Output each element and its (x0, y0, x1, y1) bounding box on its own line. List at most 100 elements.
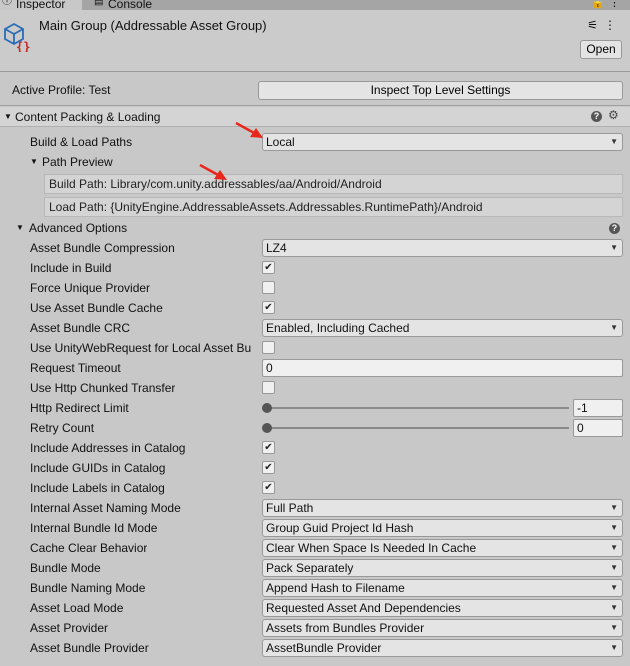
use-http-chunked-label: Use Http Chunked Transfer (30, 381, 176, 395)
internal-bundle-id-value: Group Guid Project Id Hash (266, 521, 414, 535)
bundle-mode-dropdown[interactable]: Pack Separately ▼ (262, 559, 623, 577)
asset-bundle-compression-dropdown[interactable]: LZ4 ▼ (262, 239, 623, 257)
internal-asset-naming-dropdown[interactable]: Full Path ▼ (262, 499, 623, 517)
profile-row: Active Profile: Test Inspect Top Level S… (0, 73, 630, 106)
include-guids-label: Include GUIDs in Catalog (30, 461, 166, 475)
include-labels-label: Include Labels in Catalog (30, 481, 165, 495)
asset-bundle-provider-value: AssetBundle Provider (266, 641, 382, 655)
dropdown-arrow-icon: ▼ (610, 523, 618, 532)
tab-inspector-label: Inspector (16, 0, 66, 10)
http-redirect-limit-label: Http Redirect Limit (30, 401, 129, 415)
include-addresses-checkbox[interactable]: ✔ (262, 441, 275, 454)
tab-console[interactable]: ▤ Console (92, 0, 170, 10)
info-icon: ⓘ (2, 0, 12, 7)
internal-bundle-id-dropdown[interactable]: Group Guid Project Id Hash ▼ (262, 519, 623, 537)
asset-load-mode-value: Requested Asset And Dependencies (266, 601, 461, 615)
svg-text:{}: {} (16, 40, 30, 52)
settings-sliders-icon[interactable]: ⚟⋮ (587, 18, 622, 32)
asset-load-mode-label: Asset Load Mode (30, 601, 124, 615)
inspect-top-level-settings-button[interactable]: Inspect Top Level Settings (258, 81, 623, 100)
force-unique-provider-label: Force Unique Provider (30, 281, 151, 295)
asset-bundle-provider-dropdown[interactable]: AssetBundle Provider ▼ (262, 639, 623, 657)
http-redirect-limit-slider[interactable] (267, 407, 569, 409)
use-asset-bundle-cache-checkbox[interactable]: ✔ (262, 301, 275, 314)
foldout-arrow-icon: ▼ (16, 223, 24, 232)
tab-options-icon[interactable]: 🔒⋮ (591, 0, 624, 9)
help-icon[interactable]: ? (591, 111, 602, 122)
internal-bundle-id-label: Internal Bundle Id Mode (30, 521, 158, 535)
asset-bundle-provider-label: Asset Bundle Provider (30, 641, 149, 655)
include-addresses-label: Include Addresses in Catalog (30, 441, 186, 455)
advanced-options-title: Advanced Options (29, 221, 128, 235)
internal-asset-naming-label: Internal Asset Naming Mode (30, 501, 181, 515)
build-load-paths-label: Build & Load Paths (30, 135, 133, 149)
foldout-arrow-icon: ▼ (30, 157, 38, 166)
use-asset-bundle-cache-label: Use Asset Bundle Cache (30, 301, 163, 315)
asset-bundle-crc-value: Enabled, Including Cached (266, 321, 410, 335)
dropdown-arrow-icon: ▼ (610, 563, 618, 572)
asset-bundle-compression-value: LZ4 (266, 241, 287, 255)
tab-console-label: Console (108, 0, 153, 10)
build-load-paths-value: Local (266, 135, 295, 149)
retry-count-slider[interactable] (267, 427, 569, 429)
help-icon[interactable]: ? (609, 223, 620, 234)
header-title: Main Group (Addressable Asset Group) (39, 18, 267, 33)
retry-count-label: Retry Count (30, 421, 95, 435)
dropdown-arrow-icon: ▼ (610, 323, 618, 332)
build-load-paths-dropdown[interactable]: Local ▼ (262, 133, 623, 151)
section-title: Content Packing & Loading (15, 110, 161, 124)
include-in-build-checkbox[interactable]: ✔ (262, 261, 275, 274)
inspector-header: {} Main Group (Addressable Asset Group) … (0, 10, 630, 72)
section-content-packing[interactable]: ▼ Content Packing & Loading ? ⚙ (0, 107, 630, 127)
asset-provider-dropdown[interactable]: Assets from Bundles Provider ▼ (262, 619, 623, 637)
tab-inspector[interactable]: ⓘ Inspector (0, 0, 82, 10)
asset-provider-label: Asset Provider (30, 621, 109, 635)
annotation-arrow-icon (235, 121, 263, 138)
dropdown-arrow-icon: ▼ (610, 643, 618, 652)
dropdown-arrow-icon: ▼ (610, 603, 618, 612)
bundle-naming-label: Bundle Naming Mode (30, 581, 146, 595)
asset-bundle-compression-label: Asset Bundle Compression (30, 241, 175, 255)
use-unity-web-request-label: Use UnityWebRequest for Local Asset Bu (30, 341, 252, 355)
annotation-arrow-icon (199, 163, 227, 180)
retry-count-slider-handle[interactable] (262, 423, 272, 433)
foldout-arrow-icon[interactable]: ▼ (4, 112, 12, 121)
request-timeout-input[interactable]: 0 (262, 359, 623, 377)
console-icon: ▤ (94, 0, 104, 7)
include-labels-checkbox[interactable]: ✔ (262, 481, 275, 494)
addressable-group-icon: {} (4, 22, 30, 52)
cache-clear-dropdown[interactable]: Clear When Space Is Needed In Cache ▼ (262, 539, 623, 557)
asset-bundle-crc-dropdown[interactable]: Enabled, Including Cached ▼ (262, 319, 623, 337)
tab-bar: ⓘ Inspector ▤ Console 🔒⋮ (0, 0, 630, 10)
force-unique-provider-checkbox[interactable] (262, 281, 275, 294)
dropdown-arrow-icon: ▼ (610, 583, 618, 592)
dropdown-arrow-icon: ▼ (610, 503, 618, 512)
use-unity-web-request-checkbox[interactable] (262, 341, 275, 354)
bundle-mode-value: Pack Separately (266, 561, 354, 575)
retry-count-input[interactable]: 0 (573, 419, 623, 437)
dropdown-arrow-icon: ▼ (610, 543, 618, 552)
include-guids-checkbox[interactable]: ✔ (262, 461, 275, 474)
bundle-naming-value: Append Hash to Filename (266, 581, 405, 595)
cache-clear-value: Clear When Space Is Needed In Cache (266, 541, 477, 555)
open-button[interactable]: Open (580, 40, 622, 59)
request-timeout-label: Request Timeout (30, 361, 121, 375)
gear-icon[interactable]: ⚙ (608, 108, 619, 122)
include-in-build-label: Include in Build (30, 261, 112, 275)
build-path-field: Build Path: Library/com.unity.addressabl… (44, 174, 623, 194)
path-preview-title: Path Preview (42, 155, 113, 169)
asset-load-mode-dropdown[interactable]: Requested Asset And Dependencies ▼ (262, 599, 623, 617)
advanced-options-foldout[interactable]: ▼ Advanced Options (16, 219, 127, 237)
internal-asset-naming-value: Full Path (266, 501, 314, 515)
dropdown-arrow-icon: ▼ (610, 623, 618, 632)
asset-provider-value: Assets from Bundles Provider (266, 621, 425, 635)
load-path-field: Load Path: {UnityEngine.AddressableAsset… (44, 197, 623, 217)
dropdown-arrow-icon: ▼ (610, 137, 618, 146)
cache-clear-label: Cache Clear Behavior (30, 541, 148, 555)
bundle-naming-dropdown[interactable]: Append Hash to Filename ▼ (262, 579, 623, 597)
active-profile-label: Active Profile: Test (12, 83, 111, 97)
http-redirect-limit-slider-handle[interactable] (262, 403, 272, 413)
use-http-chunked-checkbox[interactable] (262, 381, 275, 394)
path-preview-foldout[interactable]: ▼ Path Preview (30, 153, 113, 171)
http-redirect-limit-input[interactable]: -1 (573, 399, 623, 417)
